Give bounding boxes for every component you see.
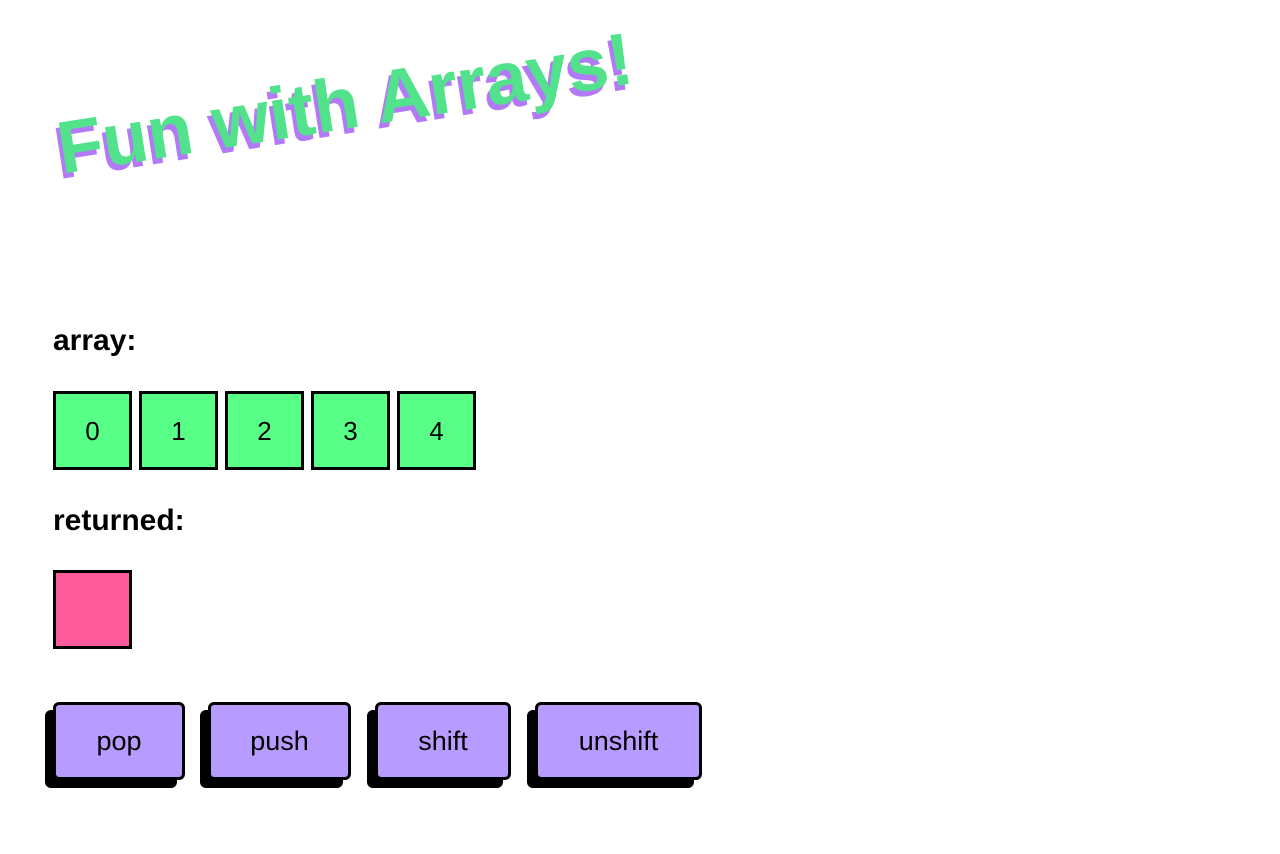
page-title: Fun with Arrays! bbox=[51, 16, 639, 190]
returned-cell bbox=[53, 570, 132, 649]
array-cell: 2 bbox=[225, 391, 304, 470]
shift-button[interactable]: shift bbox=[375, 702, 511, 780]
array-cells: 0 1 2 3 4 bbox=[53, 391, 476, 470]
array-cell: 3 bbox=[311, 391, 390, 470]
array-cell: 4 bbox=[397, 391, 476, 470]
unshift-button[interactable]: unshift bbox=[535, 702, 702, 780]
returned-cells bbox=[53, 570, 132, 649]
action-buttons: pop push shift unshift bbox=[53, 702, 702, 780]
array-label: array: bbox=[53, 324, 137, 357]
page: Fun with Arrays! array: 0 1 2 3 4 return… bbox=[0, 0, 1280, 854]
pop-button[interactable]: pop bbox=[53, 702, 185, 780]
array-cell: 0 bbox=[53, 391, 132, 470]
returned-label: returned: bbox=[53, 504, 185, 537]
array-cell: 1 bbox=[139, 391, 218, 470]
push-button[interactable]: push bbox=[208, 702, 351, 780]
